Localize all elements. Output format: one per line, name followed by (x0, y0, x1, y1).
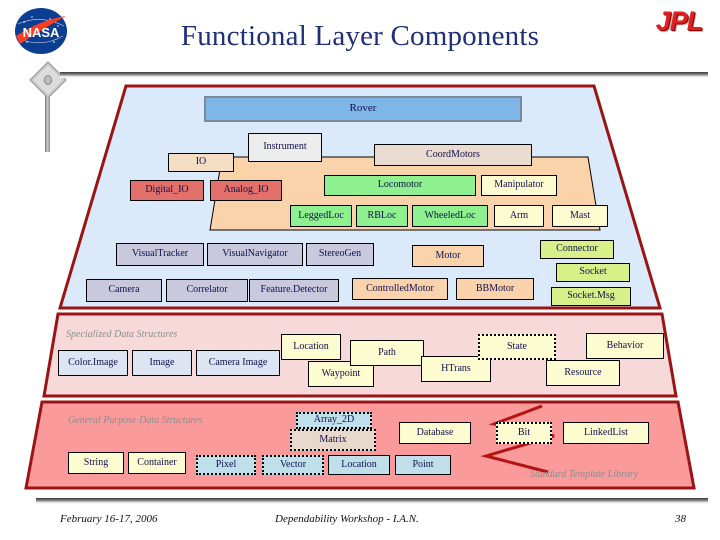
box-leggedloc[interactable]: LeggedLoc (290, 205, 352, 227)
box-array2d[interactable]: Array_2D (296, 412, 372, 429)
box-path[interactable]: Path (350, 340, 424, 366)
box-digital-io[interactable]: Digital_IO (130, 180, 204, 201)
box-visualtracker[interactable]: VisualTracker (116, 243, 204, 266)
box-camera[interactable]: Camera (86, 279, 162, 302)
box-colorimage[interactable]: Color.Image (58, 350, 128, 376)
box-controlledmotor[interactable]: ControlledMotor (352, 278, 448, 300)
box-io[interactable]: IO (168, 153, 234, 172)
header-divider (60, 72, 708, 78)
box-instrument[interactable]: Instrument (248, 133, 322, 162)
box-image[interactable]: Image (132, 350, 192, 376)
box-state[interactable]: State (478, 334, 556, 360)
page-title: Functional Layer Components (180, 20, 540, 52)
box-coordmotors[interactable]: CoordMotors (374, 144, 532, 166)
box-mast[interactable]: Mast (552, 205, 608, 227)
label-standard-template-library: Standard Template Library (530, 469, 639, 480)
box-resource[interactable]: Resource (546, 360, 620, 386)
box-visualnavigator[interactable]: VisualNavigator (207, 243, 303, 266)
box-location-general[interactable]: Location (328, 455, 390, 475)
box-bit[interactable]: Bit (496, 422, 552, 444)
footer-date: February 16-17, 2006 (60, 513, 158, 525)
box-analog-io[interactable]: Analog_IO (210, 180, 282, 201)
footer-page-number: 38 (675, 513, 686, 525)
box-bbmotor[interactable]: BBMotor (456, 278, 534, 300)
footer-event: Dependability Workshop - I.A.N. (275, 513, 419, 525)
box-connector[interactable]: Connector (540, 240, 614, 259)
box-string[interactable]: String (68, 452, 124, 474)
box-socket[interactable]: Socket (556, 263, 630, 282)
svg-text:NASA: NASA (23, 25, 60, 40)
box-location-specialized[interactable]: Location (281, 334, 341, 360)
box-wheeledloc[interactable]: WheeledLoc (412, 205, 488, 227)
jpl-logo: JPL (655, 6, 704, 36)
box-database[interactable]: Database (399, 422, 471, 444)
box-rbloc[interactable]: RBLoc (356, 205, 408, 227)
box-socketmsg[interactable]: Socket.Msg (551, 287, 631, 306)
box-manipulator[interactable]: Manipulator (481, 175, 557, 196)
box-correlator[interactable]: Correlator (166, 279, 248, 302)
box-point[interactable]: Point (395, 455, 451, 475)
label-specialized-data-structures: Specialized Data Structures (66, 329, 178, 340)
box-arm[interactable]: Arm (494, 205, 544, 227)
slide-canvas: NASA JPL Functional Layer Components Rov… (0, 0, 720, 540)
box-container[interactable]: Container (128, 452, 186, 474)
box-rover[interactable]: Rover (204, 96, 522, 122)
box-motor[interactable]: Motor (412, 245, 484, 267)
box-matrix[interactable]: Matrix (290, 429, 376, 451)
footer-divider (36, 498, 708, 504)
box-linkedlist[interactable]: LinkedList (563, 422, 649, 444)
nasa-logo: NASA (10, 6, 72, 56)
label-general-purpose-data-structures: General Purpose Data Structures (68, 415, 203, 426)
box-stereogen[interactable]: StereoGen (306, 243, 374, 266)
box-behavior[interactable]: Behavior (586, 333, 664, 359)
box-featuredetector[interactable]: Feature.Detector (249, 279, 339, 302)
box-cameraimage[interactable]: Camera Image (196, 350, 280, 376)
box-vector[interactable]: Vector (262, 455, 324, 475)
box-pixel[interactable]: Pixel (196, 455, 256, 475)
box-locomotor[interactable]: Locomotor (324, 175, 476, 196)
